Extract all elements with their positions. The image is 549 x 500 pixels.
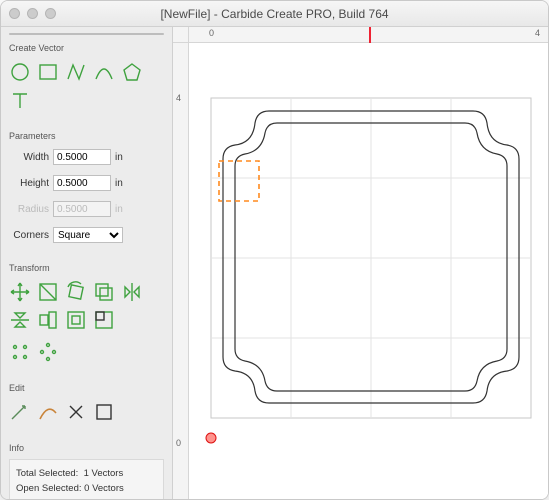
section-info: Info xyxy=(9,443,164,453)
align-tool-icon[interactable] xyxy=(37,309,59,331)
window-title: [NewFile] - Carbide Create PRO, Build 76… xyxy=(1,7,548,21)
width-input[interactable] xyxy=(53,149,111,165)
radius-input xyxy=(53,201,111,217)
rectangle-tool-icon[interactable] xyxy=(37,61,59,83)
corners-select[interactable]: Square xyxy=(53,227,123,243)
polygon-tool-icon[interactable] xyxy=(121,61,143,83)
corners-label: Corners xyxy=(9,230,49,241)
window-controls xyxy=(9,8,56,19)
main-tabs: Design Model Toolpaths xyxy=(9,33,164,35)
ruler-top-4: 4 xyxy=(535,28,540,38)
ruler-corner xyxy=(173,27,189,43)
mirror-h-icon[interactable] xyxy=(121,281,143,303)
grid-array-icon[interactable] xyxy=(9,341,31,363)
canvas[interactable] xyxy=(189,43,548,499)
section-create-vector: Create Vector xyxy=(9,43,164,53)
close-icon[interactable] xyxy=(9,8,20,19)
text-tool-icon[interactable] xyxy=(9,89,31,111)
edit-tools xyxy=(9,399,164,425)
info-total-value: 1 Vectors xyxy=(84,468,124,479)
titlebar: [NewFile] - Carbide Create PRO, Build 76… xyxy=(1,1,548,27)
minimize-icon[interactable] xyxy=(27,8,38,19)
align-corner-icon[interactable] xyxy=(93,309,115,331)
height-unit: in xyxy=(115,178,123,189)
circular-array-icon[interactable] xyxy=(37,341,59,363)
ruler-top-0: 0 xyxy=(209,28,214,38)
radius-unit: in xyxy=(115,204,123,215)
circle-tool-icon[interactable] xyxy=(9,61,31,83)
create-vector-tools xyxy=(9,59,164,113)
canvas-svg xyxy=(189,43,548,499)
section-parameters: Parameters xyxy=(9,131,164,141)
info-panel: Total Selected: 1 Vectors Open Selected:… xyxy=(9,459,164,500)
boolean-cut-icon[interactable] xyxy=(65,401,87,423)
section-edit: Edit xyxy=(9,383,164,393)
ruler-left-0: 0 xyxy=(176,438,181,448)
zoom-icon[interactable] xyxy=(45,8,56,19)
offset-tool-icon[interactable] xyxy=(93,281,115,303)
move-tool-icon[interactable] xyxy=(9,281,31,303)
canvas-area: 0 4 4 0 xyxy=(173,27,548,499)
trim-tool-icon[interactable] xyxy=(37,401,59,423)
width-unit: in xyxy=(115,152,123,163)
ruler-left: 4 0 xyxy=(173,43,189,499)
array-tools xyxy=(9,339,164,365)
boolean-union-icon[interactable] xyxy=(93,401,115,423)
content-area: Design Model Toolpaths Create Vector Par… xyxy=(1,27,548,499)
width-label: Width xyxy=(9,152,49,163)
rotate-tool-icon[interactable] xyxy=(65,281,87,303)
height-label: Height xyxy=(9,178,49,189)
app-window: [NewFile] - Carbide Create PRO, Build 76… xyxy=(0,0,549,500)
align-grid-icon[interactable] xyxy=(65,309,87,331)
transform-tools xyxy=(9,279,164,333)
mirror-v-icon[interactable] xyxy=(9,309,31,331)
sidebar: Design Model Toolpaths Create Vector Par… xyxy=(1,27,173,499)
scale-tool-icon[interactable] xyxy=(37,281,59,303)
height-input[interactable] xyxy=(53,175,111,191)
polyline-tool-icon[interactable] xyxy=(65,61,87,83)
info-total-label: Total Selected: xyxy=(16,468,78,479)
node-edit-icon[interactable] xyxy=(9,401,31,423)
origin-marker xyxy=(206,433,216,443)
info-open-label: Open Selected: xyxy=(16,483,82,494)
ruler-left-4: 4 xyxy=(176,93,181,103)
curve-tool-icon[interactable] xyxy=(93,61,115,83)
ruler-marker xyxy=(369,27,371,43)
info-open-value: 0 Vectors xyxy=(84,483,124,494)
ruler-top: 0 4 xyxy=(189,27,548,43)
section-transform: Transform xyxy=(9,263,164,273)
radius-label: Radius xyxy=(9,204,49,215)
